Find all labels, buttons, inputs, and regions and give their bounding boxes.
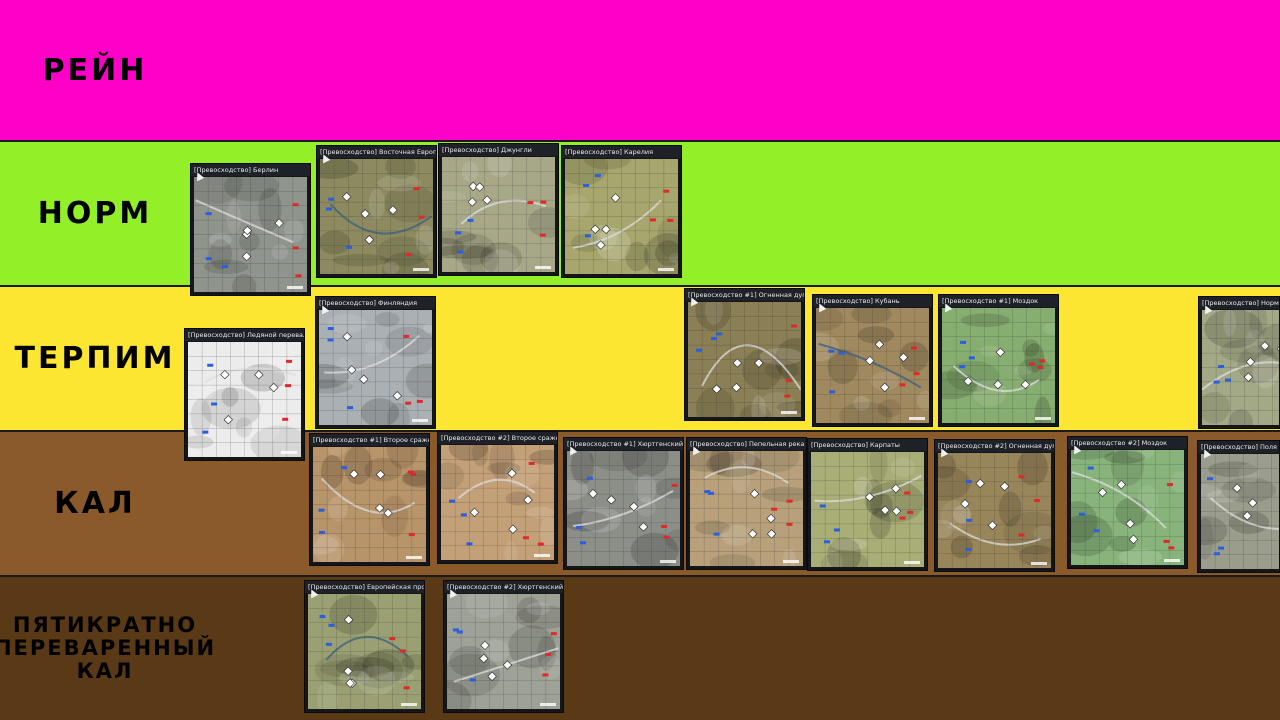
map-thumbnail (308, 594, 421, 709)
tier-row-digested: ПЯТИКРАТНО ПЕРЕВАРЕННЫЙ КАЛ (0, 577, 1280, 720)
map-title: [Превосходство #1] Второе сражение за Эл… (310, 434, 429, 446)
map-terrain (442, 157, 555, 272)
tier-label-rain: РЕЙН (42, 52, 148, 88)
map-title: [Превосходство] Пепельная река (687, 438, 806, 450)
map-thumbnail (688, 302, 801, 417)
map-thumbnail (811, 452, 924, 567)
map-title: [Превосходство] Восточная Европа (317, 146, 436, 158)
map-thumbnail (1071, 450, 1184, 565)
map-terrain (320, 159, 433, 274)
map-card-berlin[interactable]: [Превосходство] Берлин (190, 163, 311, 296)
map-thumbnail (194, 177, 307, 292)
map-title: [Превосходство] Ледяной перевал (185, 329, 304, 341)
map-card-hurtgen-1[interactable]: [Превосходство #1] Хюртгенский лес (563, 437, 684, 570)
map-thumbnail (447, 594, 560, 709)
map-card-carpathians[interactable]: [Превосходство] Карпаты (807, 438, 928, 571)
map-thumbnail (188, 342, 301, 457)
map-card-el-alamein-1[interactable]: [Превосходство #1] Второе сражение за Эл… (309, 433, 430, 566)
map-title: [Превосходство] Берлин (191, 164, 310, 176)
map-title: [Превосходство] Финляндия (316, 297, 435, 309)
map-card-fire-arc-2[interactable]: [Превосходство #2] Огненная дуга (934, 439, 1055, 572)
map-thumbnail (938, 453, 1051, 568)
map-card-finland[interactable]: [Превосходство] Финляндия (315, 296, 436, 429)
map-thumbnail (942, 308, 1055, 423)
map-terrain (1202, 310, 1279, 425)
map-terrain (811, 452, 924, 567)
map-card-normandy[interactable]: [Превосходство] Нормандия (1198, 296, 1280, 429)
map-terrain (308, 594, 421, 709)
map-terrain (194, 177, 307, 292)
tier-label-kal: КАЛ (54, 486, 136, 521)
map-thumbnail (319, 310, 432, 425)
map-card-jungle[interactable]: [Превосходство] Джунгли (438, 143, 559, 276)
map-title: [Превосходство] Кубань (813, 295, 932, 307)
map-card-el-alamein-2[interactable]: [Превосходство #2] Второе сражение за Эл… (437, 431, 558, 564)
map-thumbnail (565, 159, 678, 274)
map-terrain (567, 451, 680, 566)
map-title: [Превосходство] Джунгли (439, 144, 558, 156)
map-card-ice-pass[interactable]: [Превосходство] Ледяной перевал (184, 328, 305, 461)
map-thumbnail (1201, 454, 1279, 569)
map-terrain (816, 308, 929, 423)
map-title: [Превосходство #2] Огненная дуга (935, 440, 1054, 452)
map-terrain (1071, 450, 1184, 565)
map-card-east-europe[interactable]: [Превосходство] Восточная Европа (316, 145, 437, 278)
map-card-mozdok-1[interactable]: [Превосходство #1] Моздок (938, 294, 1059, 427)
map-title: [Превосходство] Карелия (562, 146, 681, 158)
map-card-hurtgen-2[interactable]: [Превосходство #2] Хюртгенский лес (443, 580, 564, 713)
map-thumbnail (1202, 310, 1279, 425)
map-thumbnail (567, 451, 680, 566)
map-thumbnail (690, 451, 803, 566)
map-card-karelia[interactable]: [Превосходство] Карелия (561, 145, 682, 278)
tier-label-digested: ПЯТИКРАТНО ПЕРЕВАРЕННЫЙ КАЛ (0, 612, 217, 684)
map-terrain (447, 594, 560, 709)
map-terrain (319, 310, 432, 425)
tier-label-terpim: ТЕРПИМ (14, 341, 176, 376)
map-terrain (441, 445, 554, 560)
map-thumbnail (320, 159, 433, 274)
map-title: [Превосходство #1] Огненная дуга (685, 289, 804, 301)
map-terrain (942, 308, 1055, 423)
map-terrain (938, 453, 1051, 568)
map-title: [Превосходство] Карпаты (808, 439, 927, 451)
map-card-mozdok-2[interactable]: [Превосходство #2] Моздок (1067, 436, 1188, 569)
map-card-normandy-fields[interactable]: [Превосходство] Поля Норманд (1197, 440, 1280, 573)
map-terrain (690, 451, 803, 566)
map-title: [Превосходство] Европейская провинция (305, 581, 424, 593)
map-terrain (1201, 454, 1279, 569)
map-title: [Превосходство #1] Хюртгенский лес (564, 438, 683, 450)
map-card-european-province[interactable]: [Превосходство] Европейская провинция (304, 580, 425, 713)
map-terrain (565, 159, 678, 274)
map-card-ash-river[interactable]: [Превосходство] Пепельная река (686, 437, 807, 570)
map-thumbnail (442, 157, 555, 272)
map-title: [Превосходство #2] Моздок (1068, 437, 1187, 449)
map-title: [Превосходство #1] Моздок (939, 295, 1058, 307)
map-thumbnail (313, 447, 426, 562)
map-terrain (188, 342, 301, 457)
map-terrain (313, 447, 426, 562)
map-title: [Превосходство] Поля Норманд (1198, 441, 1279, 453)
map-terrain (688, 302, 801, 417)
map-card-fire-arc-1[interactable]: [Превосходство #1] Огненная дуга (684, 288, 805, 421)
tier-label-norm: НОРМ (37, 196, 153, 231)
map-title: [Превосходство #2] Второе сражение за Эл… (438, 432, 557, 444)
map-card-kuban[interactable]: [Превосходство] Кубань (812, 294, 933, 427)
map-thumbnail (816, 308, 929, 423)
tier-row-rain: РЕЙН (0, 0, 1280, 140)
map-title: [Превосходство #2] Хюртгенский лес (444, 581, 563, 593)
map-thumbnail (441, 445, 554, 560)
